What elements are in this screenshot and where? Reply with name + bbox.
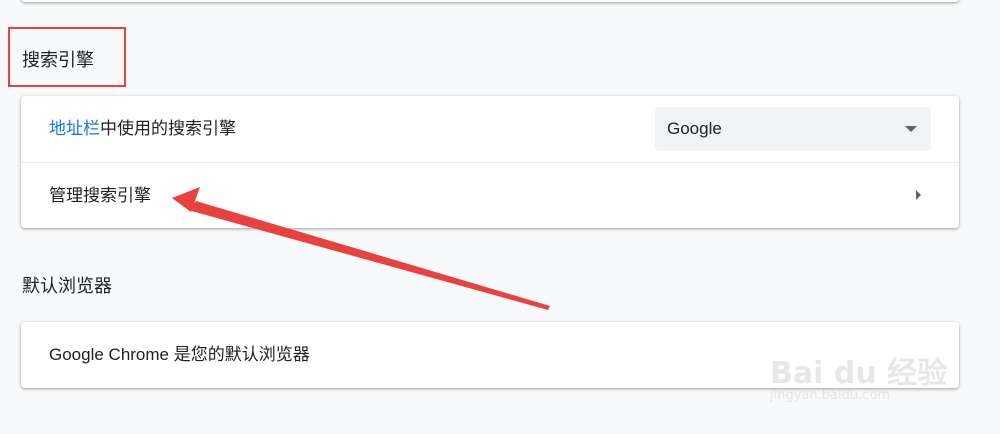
address-bar-link[interactable]: 地址栏 bbox=[49, 119, 100, 138]
search-engine-card: 地址栏中使用的搜索引擎 Google 管理搜索引擎 bbox=[21, 96, 959, 228]
search-engine-dropdown-value: Google bbox=[667, 119, 722, 138]
watermark-subtext: jingyan.baidu.com bbox=[770, 388, 890, 403]
address-bar-row-label-rest: 中使用的搜索引擎 bbox=[100, 119, 236, 138]
manage-search-engines-row[interactable]: 管理搜索引擎 bbox=[21, 162, 959, 228]
dropdown-arrow-icon bbox=[905, 126, 917, 132]
search-engine-section-title: 搜索引擎 bbox=[22, 50, 94, 70]
settings-page: 搜索引擎 地址栏中使用的搜索引擎 Google 管理搜索引擎 默认浏览器 Goo… bbox=[0, 0, 1000, 434]
address-bar-row-label: 地址栏中使用的搜索引擎 bbox=[49, 118, 236, 140]
default-browser-status: Google Chrome 是您的默认浏览器 bbox=[49, 345, 310, 364]
watermark-text: Bai du 经验 bbox=[770, 356, 948, 391]
default-browser-section-title: 默认浏览器 bbox=[22, 276, 112, 296]
manage-search-engines-label: 管理搜索引擎 bbox=[49, 186, 151, 205]
chevron-right-icon bbox=[916, 190, 921, 200]
baidu-watermark-logo: Bai du 经验 jingyan.baidu.com bbox=[770, 330, 950, 410]
address-bar-search-engine-row: 地址栏中使用的搜索引擎 Google bbox=[21, 96, 959, 162]
previous-section-card bbox=[21, 0, 959, 2]
search-engine-dropdown[interactable]: Google bbox=[655, 107, 931, 151]
